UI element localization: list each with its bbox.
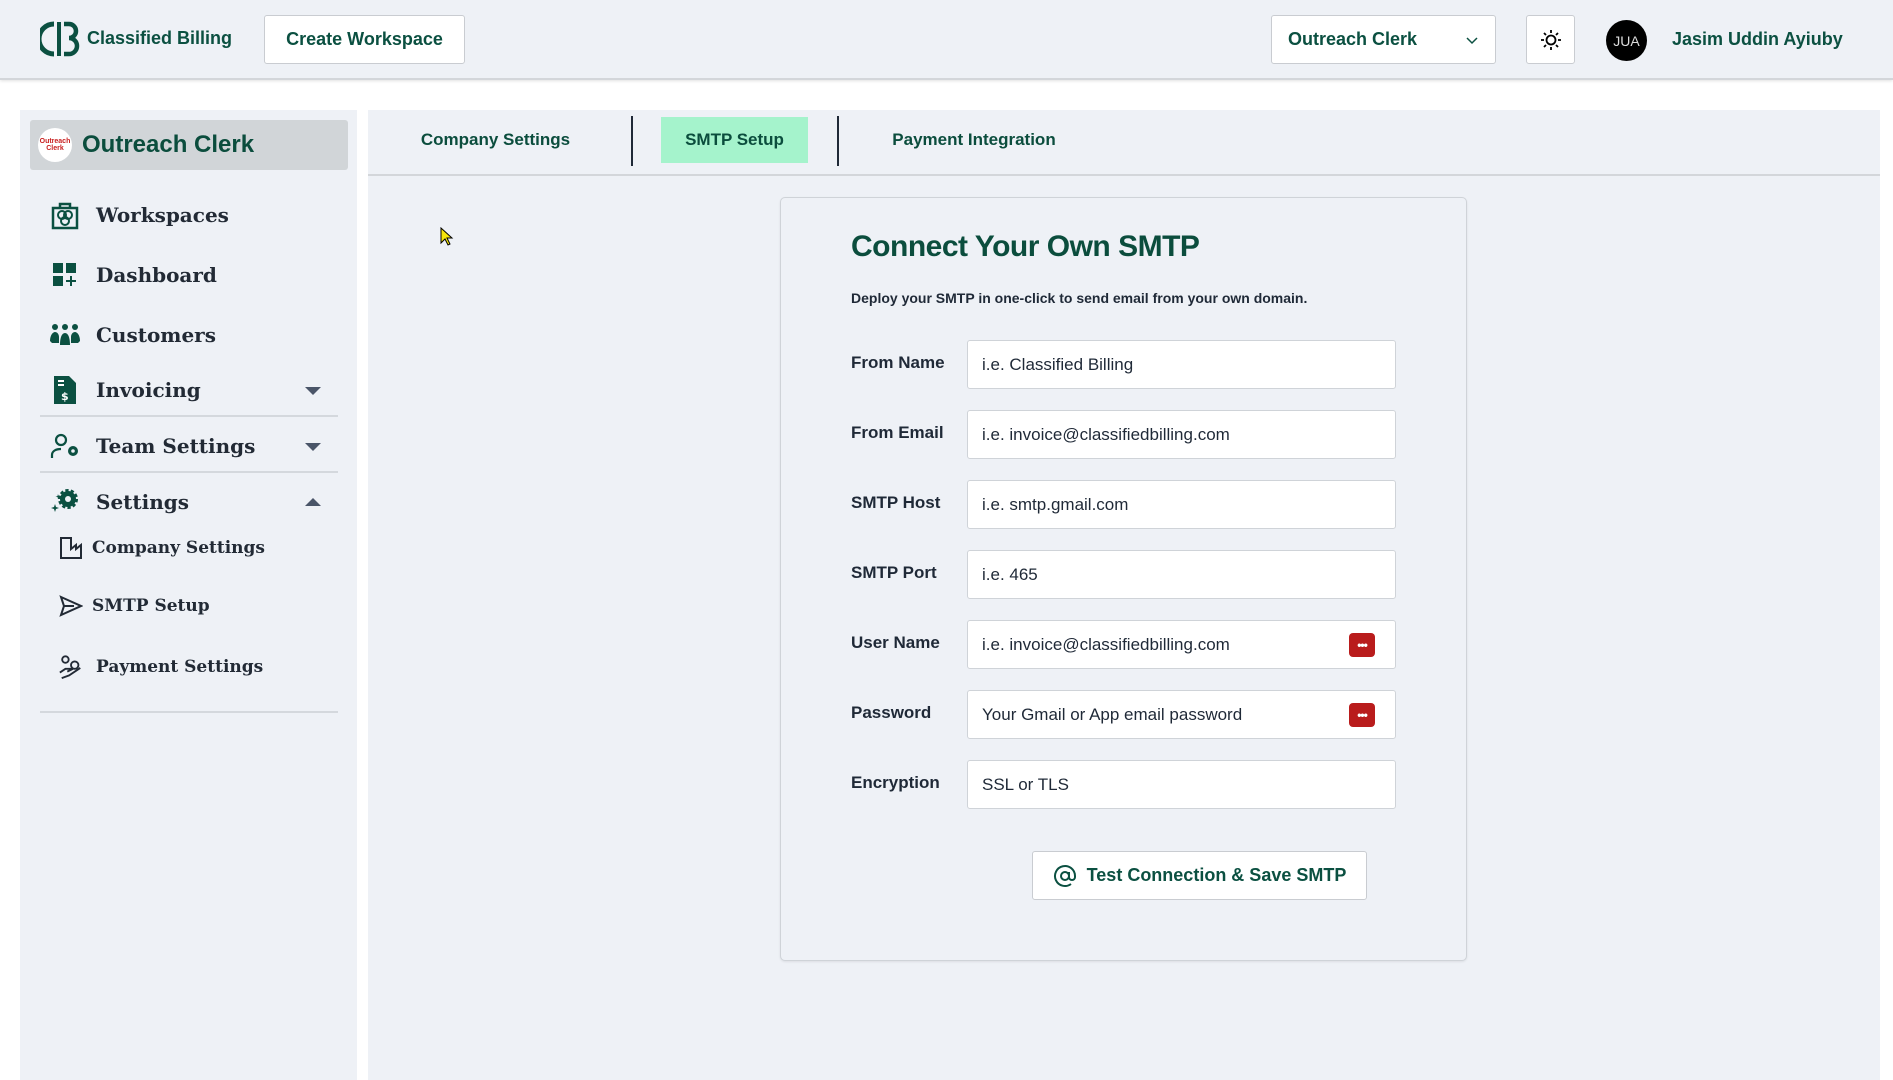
send-icon <box>58 593 84 619</box>
sidebar-subitem-label: Company Settings <box>92 538 265 558</box>
main-panel: Company Settings SMTP Setup Payment Inte… <box>368 110 1880 1080</box>
org-name: Outreach Clerk <box>82 131 255 158</box>
invoicing-expand-icon[interactable] <box>305 387 321 395</box>
sidebar-subitem-label: SMTP Setup <box>92 596 210 616</box>
test-connection-save-button[interactable]: Test Connection & Save SMTP <box>1032 851 1367 900</box>
org-header[interactable]: Outreach Clerk Outreach Clerk <box>30 120 348 170</box>
org-logo: Outreach Clerk <box>38 128 72 162</box>
top-header: Classified Billing Create Workspace Outr… <box>0 0 1893 80</box>
sidebar-item-label: Customers <box>96 323 216 347</box>
smtp-port-input[interactable] <box>967 550 1396 599</box>
user-name[interactable]: Jasim Uddin Ayiuby <box>1672 29 1843 50</box>
dashboard-icon <box>50 260 80 290</box>
smtp-port-row: SMTP Port <box>851 550 1397 599</box>
from-name-input[interactable] <box>967 340 1396 389</box>
field-label: From Email <box>851 423 944 442</box>
customers-icon <box>50 320 80 350</box>
sidebar-subitem-payment-settings[interactable]: Payment Settings <box>58 654 263 680</box>
user-avatar[interactable]: JUA <box>1606 20 1647 61</box>
divider <box>40 711 338 713</box>
team-settings-icon <box>50 431 80 461</box>
password-row: Password ••• <box>851 690 1397 739</box>
divider <box>40 471 338 473</box>
sidebar-subitem-company-settings[interactable]: Company Settings <box>58 535 265 561</box>
smtp-form-card: Connect Your Own SMTP Deploy your SMTP i… <box>780 197 1467 961</box>
tab-company-settings[interactable]: Company Settings <box>408 117 583 163</box>
sidebar: Outreach Clerk Outreach Clerk Workspaces … <box>20 110 357 1080</box>
sidebar-item-workspaces[interactable]: Workspaces <box>50 200 229 230</box>
invoice-icon: $ <box>50 375 80 405</box>
tab-smtp-setup[interactable]: SMTP Setup <box>661 117 808 163</box>
field-label: Password <box>851 703 932 722</box>
create-workspace-button[interactable]: Create Workspace <box>264 15 465 64</box>
theme-toggle-button[interactable] <box>1526 15 1575 64</box>
from-email-row: From Email <box>851 410 1397 459</box>
sidebar-subitem-label: Payment Settings <box>96 657 264 677</box>
field-label: Encryption <box>851 773 940 792</box>
tab-payment-integration[interactable]: Payment Integration <box>874 117 1074 163</box>
factory-icon <box>58 535 84 561</box>
sidebar-item-label: Invoicing <box>96 378 201 402</box>
brand-name: Classified Billing <box>87 28 233 48</box>
payment-hand-icon <box>58 654 84 680</box>
field-label: SMTP Host <box>851 493 941 512</box>
from-name-row: From Name <box>851 340 1397 389</box>
form-title: Connect Your Own SMTP <box>851 230 1200 263</box>
sidebar-item-settings[interactable]: Settings <box>50 487 189 517</box>
from-email-input[interactable] <box>967 410 1396 459</box>
sidebar-item-label: Workspaces <box>96 203 229 227</box>
sidebar-item-label: Settings <box>96 490 190 514</box>
team-settings-expand-icon[interactable] <box>305 443 321 451</box>
encryption-row: Encryption <box>851 760 1397 809</box>
save-button-label: Test Connection & Save SMTP <box>1086 865 1347 885</box>
sidebar-item-invoicing[interactable]: $ Invoicing <box>50 375 201 405</box>
password-input[interactable] <box>967 690 1396 739</box>
password-manager-icon[interactable]: ••• <box>1349 703 1375 727</box>
at-sign-icon <box>1053 864 1076 887</box>
sidebar-item-customers[interactable]: Customers <box>50 320 216 350</box>
mouse-cursor-icon <box>440 227 454 246</box>
classified-billing-logo <box>40 21 80 57</box>
smtp-host-row: SMTP Host <box>851 480 1397 529</box>
field-label: From Name <box>851 353 945 372</box>
svg-text:$: $ <box>61 390 69 403</box>
tab-separator <box>837 116 839 166</box>
sidebar-subitem-smtp-setup[interactable]: SMTP Setup <box>58 593 210 619</box>
chevron-down-icon <box>1466 36 1478 44</box>
form-subtitle: Deploy your SMTP in one-click to send em… <box>851 290 1308 306</box>
sidebar-item-label: Team Settings <box>96 434 256 458</box>
settings-tabs: Company Settings SMTP Setup Payment Inte… <box>368 110 1880 176</box>
workspace-select[interactable]: Outreach Clerk <box>1271 15 1496 64</box>
field-label: SMTP Port <box>851 563 937 582</box>
sidebar-item-label: Dashboard <box>96 263 217 287</box>
sun-icon <box>1540 29 1561 50</box>
password-manager-icon[interactable]: ••• <box>1349 633 1375 657</box>
settings-icon <box>50 487 80 517</box>
workspaces-icon <box>50 200 80 230</box>
sidebar-item-team-settings[interactable]: Team Settings <box>50 431 255 461</box>
settings-collapse-icon[interactable] <box>305 498 321 506</box>
divider <box>40 415 338 417</box>
smtp-host-input[interactable] <box>967 480 1396 529</box>
user-name-input[interactable] <box>967 620 1396 669</box>
sidebar-item-dashboard[interactable]: Dashboard <box>50 260 217 290</box>
field-label: User Name <box>851 633 940 652</box>
tab-separator <box>631 116 633 166</box>
user-name-row: User Name ••• <box>851 620 1397 669</box>
encryption-input[interactable] <box>967 760 1396 809</box>
workspace-select-value: Outreach Clerk <box>1288 29 1418 49</box>
